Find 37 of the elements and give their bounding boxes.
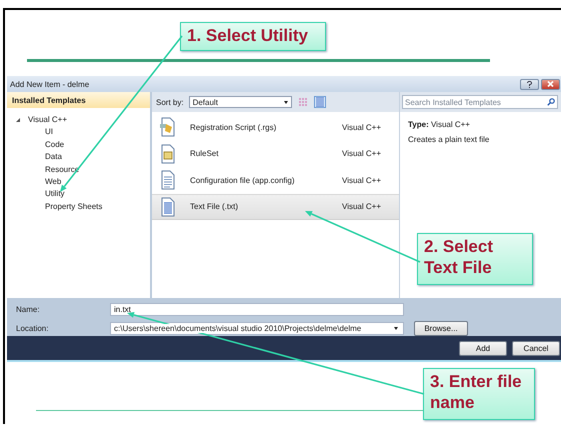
callout: 1. Select Utility (180, 22, 326, 51)
callout: 3. Enter file name (423, 368, 535, 420)
tree-item[interactable]: Visual C++ (27, 114, 68, 126)
sort-dropdown[interactable]: Default (188, 96, 292, 108)
template-row[interactable]: Text File (.txt) Visual C++ (152, 194, 399, 220)
window-title: Add New Item - delme (10, 80, 90, 88)
tree-item[interactable]: UI (44, 126, 54, 139)
field-label: Location: (16, 324, 50, 332)
template-row[interactable]: RuleSet Visual C++ (152, 140, 399, 167)
close-icon (547, 81, 554, 87)
close-button[interactable] (541, 78, 560, 90)
help-icon (527, 80, 532, 88)
add-button[interactable]: Add (459, 340, 507, 356)
sort-label: Sort by: (156, 98, 184, 106)
search-icon (547, 98, 555, 106)
tree-item[interactable]: Data (44, 151, 63, 164)
caret-icon (394, 326, 398, 330)
tree-item[interactable]: Web (44, 176, 62, 188)
tree-item[interactable]: Property Sheets (44, 200, 104, 214)
callout: 2. Select Text File (417, 233, 533, 285)
search-field[interactable]: Search Installed Templates (402, 95, 558, 109)
tree-item[interactable]: Code (44, 138, 66, 152)
location-dropdown[interactable]: c:\Users\shereen\documents\visual studio 2010\Projects\delme\delme (110, 322, 404, 334)
caret-icon (284, 100, 288, 104)
panel-header: Installed Templates (7, 92, 150, 108)
field-label: Name: (16, 304, 41, 314)
browse-button[interactable]: Browse... (414, 320, 468, 336)
template-row[interactable]: Registration Script (.rgs) Visual C++ (152, 114, 399, 140)
expander-icon[interactable] (16, 118, 20, 122)
help-button[interactable] (520, 78, 539, 90)
template-row[interactable]: Configuration file (app.config) Visual C++ (152, 167, 399, 194)
template-description: Creates a plain text file (408, 134, 490, 146)
name-field[interactable]: in.txt (110, 302, 404, 316)
template-type: Type: Visual C++ (408, 119, 471, 131)
list-view-button[interactable] (314, 96, 326, 108)
tree-item[interactable]: Utility (44, 188, 66, 201)
cancel-button[interactable]: Cancel (512, 340, 560, 356)
